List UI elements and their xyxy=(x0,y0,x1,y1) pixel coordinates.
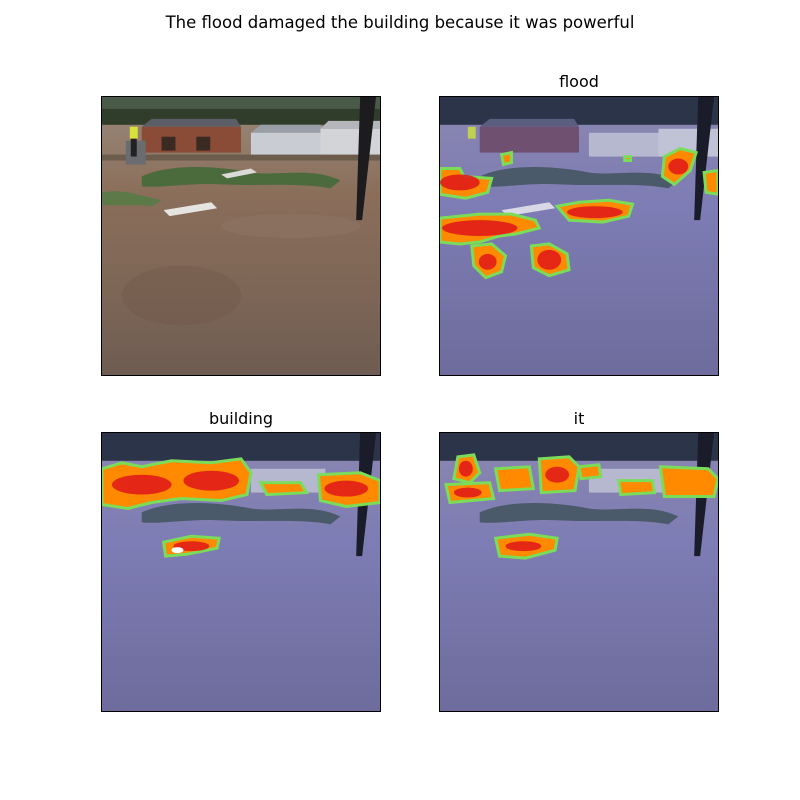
panel-flood-heatmap xyxy=(439,96,719,376)
panel-title-flood: flood xyxy=(559,72,599,91)
panel-original-image xyxy=(101,96,381,376)
panel-title-it: it xyxy=(573,409,585,428)
building-heatmap-image xyxy=(102,433,380,711)
original-photo xyxy=(102,97,380,375)
figure: The flood damaged the building because i… xyxy=(0,0,800,800)
flood-heatmap-image xyxy=(440,97,718,375)
it-heatmap-image xyxy=(440,433,718,711)
panel-building-heatmap xyxy=(101,432,381,712)
figure-title: The flood damaged the building because i… xyxy=(165,13,635,32)
panel-it-heatmap xyxy=(439,432,719,712)
panel-title-building: building xyxy=(208,409,274,428)
